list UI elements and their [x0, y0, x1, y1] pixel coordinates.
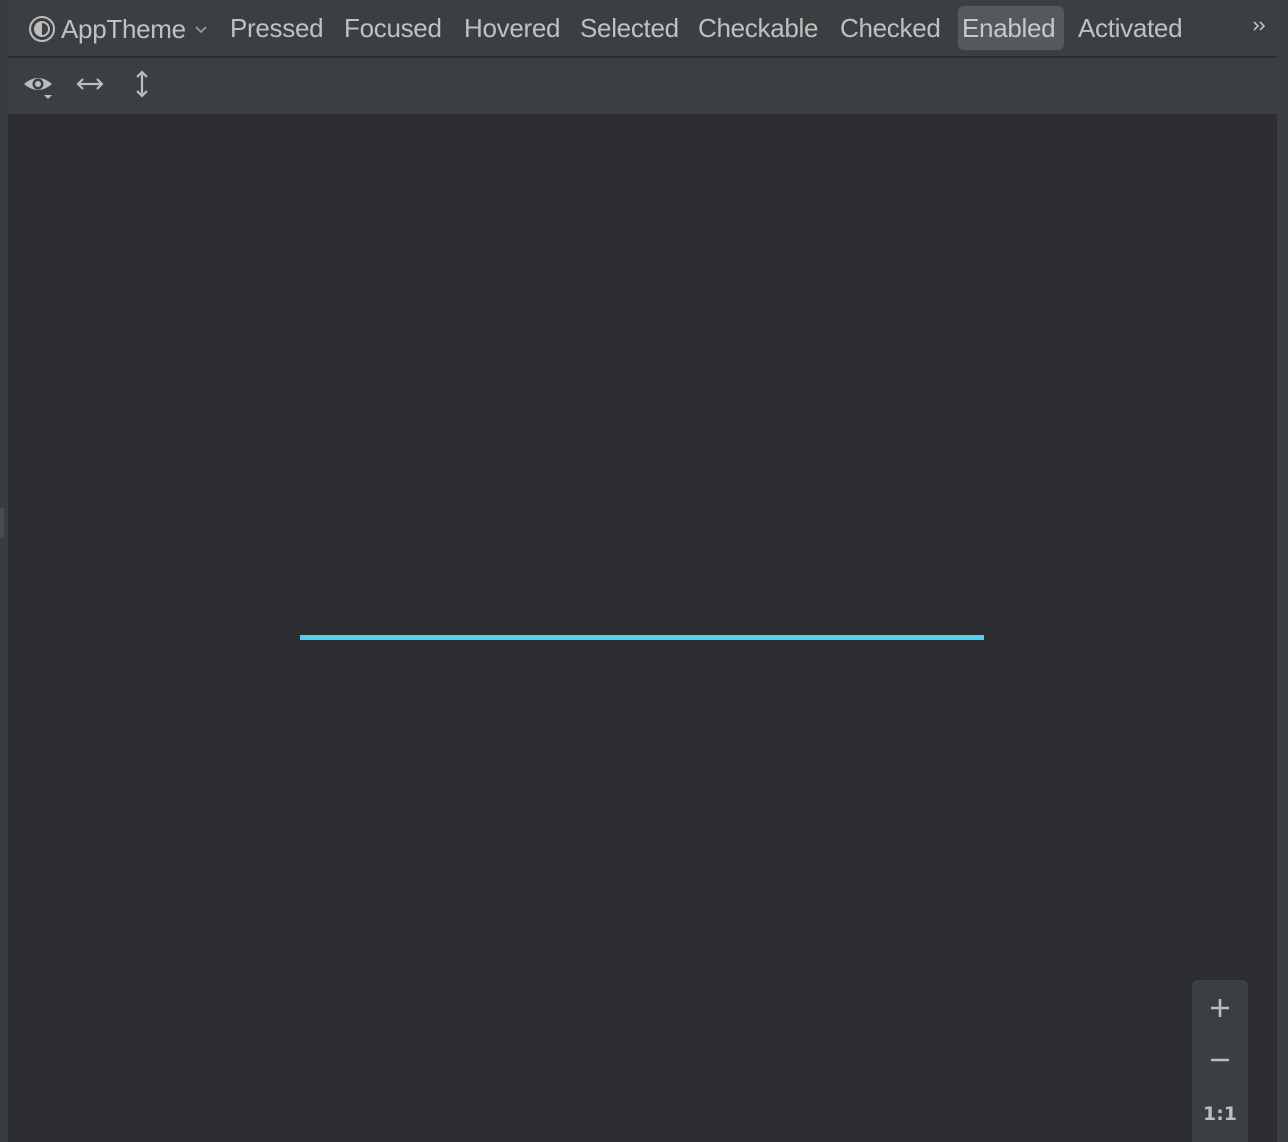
- theme-picker[interactable]: AppTheme: [28, 14, 209, 44]
- zoom-out-button[interactable]: [1192, 1037, 1248, 1087]
- zoom-controls: 1:1: [1192, 980, 1248, 1142]
- state-toggle-checkable[interactable]: Checkable: [694, 6, 822, 50]
- state-toggle-selected[interactable]: Selected: [576, 6, 683, 50]
- preview-canvas[interactable]: 1:1: [8, 115, 1277, 1142]
- double-chevron-right-icon[interactable]: [1251, 17, 1269, 35]
- state-toggle-activated[interactable]: Activated: [1074, 6, 1186, 50]
- state-toggle-focused[interactable]: Focused: [340, 6, 446, 50]
- vertical-resize-icon[interactable]: [126, 70, 158, 102]
- contrast-icon: [28, 15, 56, 43]
- view-toolbar: [8, 58, 1277, 115]
- drawable-preview-window: AppTheme Pressed Focused Hovered Selecte…: [0, 0, 1288, 1142]
- chevron-down-icon: [193, 21, 209, 37]
- plus-icon: [1209, 997, 1231, 1024]
- state-toggle-pressed[interactable]: Pressed: [226, 6, 327, 50]
- zoom-in-button[interactable]: [1192, 985, 1248, 1035]
- theme-label: AppTheme: [61, 13, 186, 44]
- state-toggle-enabled[interactable]: Enabled: [958, 6, 1064, 50]
- right-window-edge: [1277, 0, 1288, 1142]
- state-toggle-hovered[interactable]: Hovered: [460, 6, 564, 50]
- actual-size-button[interactable]: 1:1: [1192, 1089, 1248, 1139]
- horizontal-resize-icon[interactable]: [74, 70, 106, 102]
- state-toggle-checked[interactable]: Checked: [836, 6, 945, 50]
- state-toolbar: AppTheme Pressed Focused Hovered Selecte…: [8, 0, 1277, 58]
- resize-handle[interactable]: [0, 508, 4, 538]
- left-window-edge: [0, 0, 8, 1142]
- minus-icon: [1209, 1049, 1231, 1076]
- eye-icon[interactable]: [22, 70, 54, 102]
- drawable-preview-line: [300, 635, 984, 640]
